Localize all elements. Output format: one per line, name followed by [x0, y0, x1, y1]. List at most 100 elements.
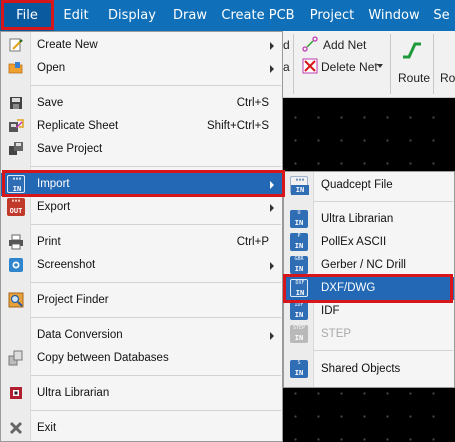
menu-item-open[interactable]: Open: [1, 57, 282, 80]
menu-item-gerber-nc-drill[interactable]: GBR IN Gerber / NC Drill: [284, 254, 454, 277]
menu-item-label: Print: [37, 236, 61, 248]
menu-separator: [31, 375, 281, 376]
menu-item-label: Ultra Librarian: [321, 213, 394, 225]
pollex-import-icon: P IN: [290, 233, 308, 251]
replicate-sheet-icon: [9, 119, 24, 132]
toolbar-divider: [390, 34, 391, 94]
project-finder-icon: [8, 292, 24, 308]
menu-separator: [314, 350, 453, 351]
menu-separator: [31, 317, 281, 318]
ro-button[interactable]: Ro: [440, 71, 455, 85]
menu-item-create-new[interactable]: Create New: [1, 34, 282, 57]
menu-item-label: IDF: [321, 305, 340, 317]
gerber-import-icon: GBR IN: [290, 256, 308, 274]
print-icon: [9, 234, 23, 250]
menu-item-replicate-sheet[interactable]: Replicate Sheet Shift+Ctrl+S: [1, 115, 282, 138]
add-net-button[interactable]: Add Net: [323, 38, 366, 52]
dxf-import-icon: DXF IN: [290, 279, 308, 297]
menu-display[interactable]: Display: [100, 0, 164, 31]
chevron-down-icon[interactable]: [377, 64, 383, 68]
menu-window[interactable]: Window: [364, 0, 424, 31]
save-icon: [10, 97, 22, 109]
submenu-arrow-icon: [270, 65, 274, 73]
menu-item-label: Import: [37, 178, 70, 190]
menu-item-import[interactable]: ▪▪▪ IN Import: [1, 173, 282, 196]
menu-item-label: Create New: [37, 39, 98, 51]
menu-bar: File Edit Display Draw Create PCB Projec…: [0, 0, 455, 31]
menu-item-dxf-dwg[interactable]: DXF IN DXF/DWG: [284, 277, 454, 300]
create-new-icon: [9, 38, 23, 52]
submenu-arrow-icon: [270, 204, 274, 212]
idf-import-icon: IDF IN: [290, 302, 308, 320]
export-icon: ▪▪▪ OUT: [7, 198, 25, 216]
copy-databases-icon: [8, 350, 23, 366]
menu-draw[interactable]: Draw: [166, 0, 214, 31]
menu-settings[interactable]: Se: [428, 0, 455, 31]
menu-item-label: Export: [37, 201, 71, 213]
menu-separator: [31, 282, 281, 283]
submenu-arrow-icon: [270, 262, 274, 270]
menu-item-pollex-ascii[interactable]: P IN PollEx ASCII: [284, 231, 454, 254]
menu-item-exit[interactable]: Exit: [1, 417, 282, 440]
menu-item-label: STEP: [321, 328, 352, 340]
menu-separator: [31, 166, 281, 167]
submenu-arrow-icon: [270, 332, 274, 340]
menu-item-step: STEP IN STEP: [284, 323, 454, 346]
menu-item-copy-between-databases[interactable]: Copy between Databases: [1, 347, 282, 370]
menu-separator: [314, 201, 453, 202]
menu-item-label: Shared Objects: [321, 363, 401, 375]
import-icon: ▪▪▪ IN: [7, 175, 25, 193]
menu-item-label: Save Project: [37, 143, 103, 155]
menu-item-save-project[interactable]: Save Project: [1, 138, 282, 161]
delete-net-button[interactable]: Delete Net: [321, 60, 378, 74]
menu-item-label: Save: [37, 97, 64, 109]
menu-item-label: Open: [37, 62, 66, 74]
menu-item-label: Replicate Sheet: [37, 120, 119, 132]
menu-item-screenshot[interactable]: Screenshot: [1, 254, 282, 277]
menu-item-label: Ultra Librarian: [37, 387, 110, 399]
save-project-icon: [9, 142, 23, 155]
screenshot-icon: [9, 258, 23, 272]
exit-icon: [9, 421, 23, 435]
menu-item-label: Gerber / NC Drill: [321, 259, 406, 271]
menu-item-ultra-librarian[interactable]: U IN Ultra Librarian: [284, 208, 454, 231]
menu-create-pcb[interactable]: Create PCB: [216, 0, 300, 31]
menu-item-label: Data Conversion: [37, 329, 123, 341]
menu-item-label: Quadcept File: [321, 179, 393, 191]
menu-item-project-finder[interactable]: Project Finder: [1, 289, 282, 312]
menu-item-print[interactable]: Print Ctrl+P: [1, 231, 282, 254]
toolbar-divider: [293, 34, 294, 94]
menu-item-ultra-librarian[interactable]: Ultra Librarian: [1, 382, 282, 405]
shortcut-label: Ctrl+P: [236, 236, 269, 248]
menu-item-label: DXF/DWG: [321, 282, 376, 294]
menu-file[interactable]: File: [0, 0, 54, 31]
add-net-icon: [302, 36, 318, 52]
import-submenu: ▪▪▪ IN Quadcept File U IN Ultra Libraria…: [283, 171, 455, 388]
toolbar-divider: [433, 34, 434, 94]
menu-project[interactable]: Project: [302, 0, 362, 31]
shortcut-label: Ctrl+S: [236, 97, 269, 109]
menu-item-label: PollEx ASCII: [321, 236, 387, 248]
submenu-arrow-icon: [270, 181, 274, 189]
menu-item-idf[interactable]: IDF IN IDF: [284, 300, 454, 323]
menu-edit[interactable]: Edit: [55, 0, 97, 31]
menu-item-data-conversion[interactable]: Data Conversion: [1, 324, 282, 347]
shared-objects-import-icon: S IN: [290, 360, 308, 378]
file-menu: Create New Open Save Ctrl+S Replicate Sh…: [0, 31, 283, 442]
menu-item-label: Copy between Databases: [37, 352, 169, 364]
step-import-icon: STEP IN: [290, 325, 308, 343]
menu-item-label: Exit: [37, 422, 57, 434]
route-button[interactable]: Route: [398, 71, 430, 85]
submenu-arrow-icon: [270, 42, 274, 50]
menu-item-quadcept-file[interactable]: ▪▪▪ IN Quadcept File: [284, 174, 454, 197]
ultra-librarian-import-icon: U IN: [290, 210, 308, 228]
shortcut-label: Shift+Ctrl+S: [207, 120, 269, 132]
menu-item-shared-objects[interactable]: S IN Shared Objects: [284, 358, 454, 381]
delete-net-icon: [302, 58, 318, 74]
menu-item-save[interactable]: Save Ctrl+S: [1, 92, 282, 115]
toolbar-fragment-d: d: [283, 38, 290, 52]
open-folder-icon: [8, 62, 23, 74]
menu-item-export[interactable]: ▪▪▪ OUT Export: [1, 196, 282, 219]
toolbar-fragment-a: a: [283, 60, 290, 74]
quadcept-file-icon: ▪▪▪ IN: [290, 176, 309, 195]
